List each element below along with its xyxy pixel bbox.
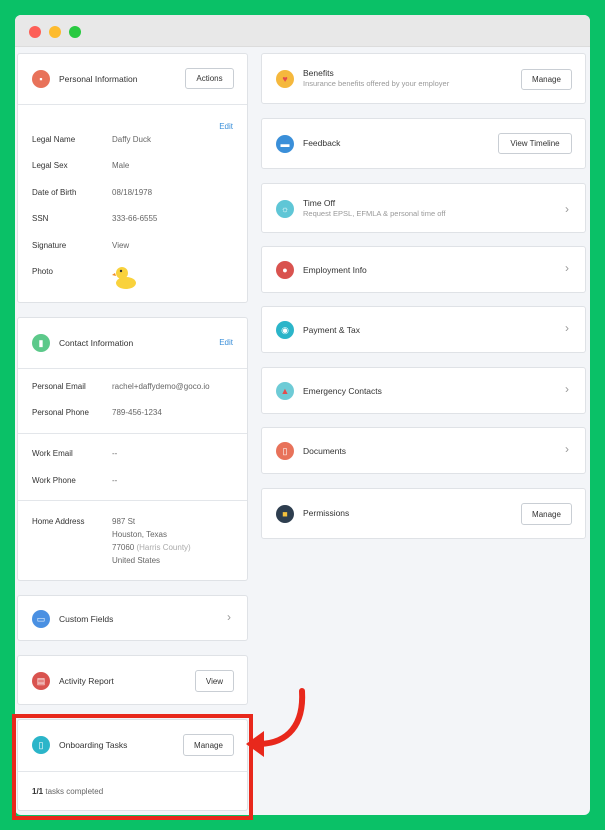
card-title: Documents: [303, 446, 346, 456]
heart-icon: ♥: [276, 70, 294, 88]
work-phone-value: --: [112, 476, 118, 485]
card-title: Emergency Contacts: [303, 386, 382, 396]
card-title: Custom Fields: [59, 614, 114, 624]
document-icon: ▯: [276, 442, 294, 460]
phone-icon: ▮: [32, 334, 50, 352]
actions-button[interactable]: Actions: [185, 68, 234, 89]
personal-phone-value: 789-456-1234: [112, 408, 162, 417]
chevron-right-icon: ›: [227, 610, 231, 624]
personal-email-value: rachel+daffydemo@goco.io: [112, 382, 210, 391]
card-title: Payment & Tax: [303, 325, 361, 335]
legal-sex-label: Legal Sex: [32, 161, 68, 170]
signature-label: Signature: [32, 241, 67, 250]
address-country: United States: [112, 556, 161, 565]
manage-benefits-button[interactable]: Manage: [521, 69, 572, 90]
address-line-2: Houston, Texas: [112, 530, 167, 539]
address-zip-line: 77060 (Harris County): [112, 543, 191, 552]
emergency-contacts-card[interactable]: ▲ Emergency Contacts ›: [261, 367, 586, 414]
duck-avatar: [112, 267, 136, 289]
photo-label: Photo: [32, 267, 53, 276]
edit-personal-link[interactable]: Edit: [219, 122, 233, 131]
time-off-card[interactable]: ☼ Time Off Request EPSL, EFMLA & persona…: [261, 183, 586, 233]
edit-contact-link[interactable]: Edit: [219, 338, 233, 347]
chevron-right-icon: ›: [565, 321, 569, 335]
card-subtitle: Insurance benefits offered by your emplo…: [303, 79, 450, 88]
documents-card[interactable]: ▯ Documents ›: [261, 427, 586, 474]
address-line-1: 987 St: [112, 517, 136, 526]
highlight-box: [12, 714, 253, 820]
card-title: Permissions: [303, 508, 350, 518]
feedback-card: ▬ Feedback View Timeline: [261, 118, 586, 169]
maximize-window-button[interactable]: [69, 26, 81, 38]
minimize-window-button[interactable]: [49, 26, 61, 38]
close-window-button[interactable]: [29, 26, 41, 38]
custom-fields-card[interactable]: ▭ Custom Fields ›: [17, 595, 248, 641]
view-timeline-button[interactable]: View Timeline: [498, 133, 572, 154]
siren-icon: ▲: [276, 382, 294, 400]
benefits-card: ♥ Benefits Insurance benefits offered by…: [261, 53, 586, 104]
activity-report-card: ▤ Activity Report View: [17, 655, 248, 705]
legal-sex-value: Male: [112, 161, 130, 170]
card-title: Activity Report: [59, 676, 114, 686]
custom-fields-icon: ▭: [32, 610, 50, 628]
card-title: Time Off: [303, 198, 336, 208]
work-email-label: Work Email: [32, 449, 73, 458]
ssn-label: SSN: [32, 214, 49, 223]
address-zip: 77060: [112, 543, 135, 552]
chevron-right-icon: ›: [565, 202, 569, 216]
card-title: Personal Information: [59, 74, 138, 84]
payment-tax-card[interactable]: ◉ Payment & Tax ›: [261, 306, 586, 353]
permissions-card: ■ Permissions Manage: [261, 488, 586, 539]
piggy-bank-icon: ◉: [276, 321, 294, 339]
manage-permissions-button[interactable]: Manage: [521, 503, 572, 525]
signature-view-link[interactable]: View: [112, 241, 129, 250]
chat-bubble-icon: ▬: [276, 135, 294, 153]
person-icon: ●: [276, 261, 294, 279]
window-titlebar: [15, 15, 590, 47]
report-icon: ▤: [32, 672, 50, 690]
lock-icon: ■: [276, 505, 294, 523]
personal-information-card: ▪ Personal Information Actions Edit Lega…: [17, 53, 248, 303]
dob-label: Date of Birth: [32, 188, 77, 197]
employment-info-card[interactable]: ● Employment Info ›: [261, 246, 586, 293]
legal-name-value: Daffy Duck: [112, 135, 151, 144]
legal-name-label: Legal Name: [32, 135, 76, 144]
home-address-label: Home Address: [32, 517, 85, 526]
card-subtitle: Request EPSL, EFMLA & personal time off: [303, 209, 446, 218]
beach-icon: ☼: [276, 200, 294, 218]
ssn-value: 333-66-6555: [112, 214, 158, 223]
personal-phone-label: Personal Phone: [32, 408, 89, 417]
dob-value: 08/18/1978: [112, 188, 153, 197]
card-title: Contact Information: [59, 338, 134, 348]
contact-information-card: ▮ Contact Information Edit Personal Emai…: [17, 317, 248, 581]
view-activity-button[interactable]: View: [195, 670, 234, 692]
work-email-value: --: [112, 449, 118, 458]
card-title: Benefits: [303, 68, 334, 78]
chevron-right-icon: ›: [565, 261, 569, 275]
card-title: Employment Info: [303, 265, 367, 275]
id-card-icon: ▪: [32, 70, 50, 88]
address-county: (Harris County): [136, 543, 191, 552]
chevron-right-icon: ›: [565, 442, 569, 456]
personal-email-label: Personal Email: [32, 382, 86, 391]
card-title: Feedback: [303, 138, 341, 148]
work-phone-label: Work Phone: [32, 476, 76, 485]
chevron-right-icon: ›: [565, 382, 569, 396]
callout-arrow-icon: [246, 688, 306, 757]
